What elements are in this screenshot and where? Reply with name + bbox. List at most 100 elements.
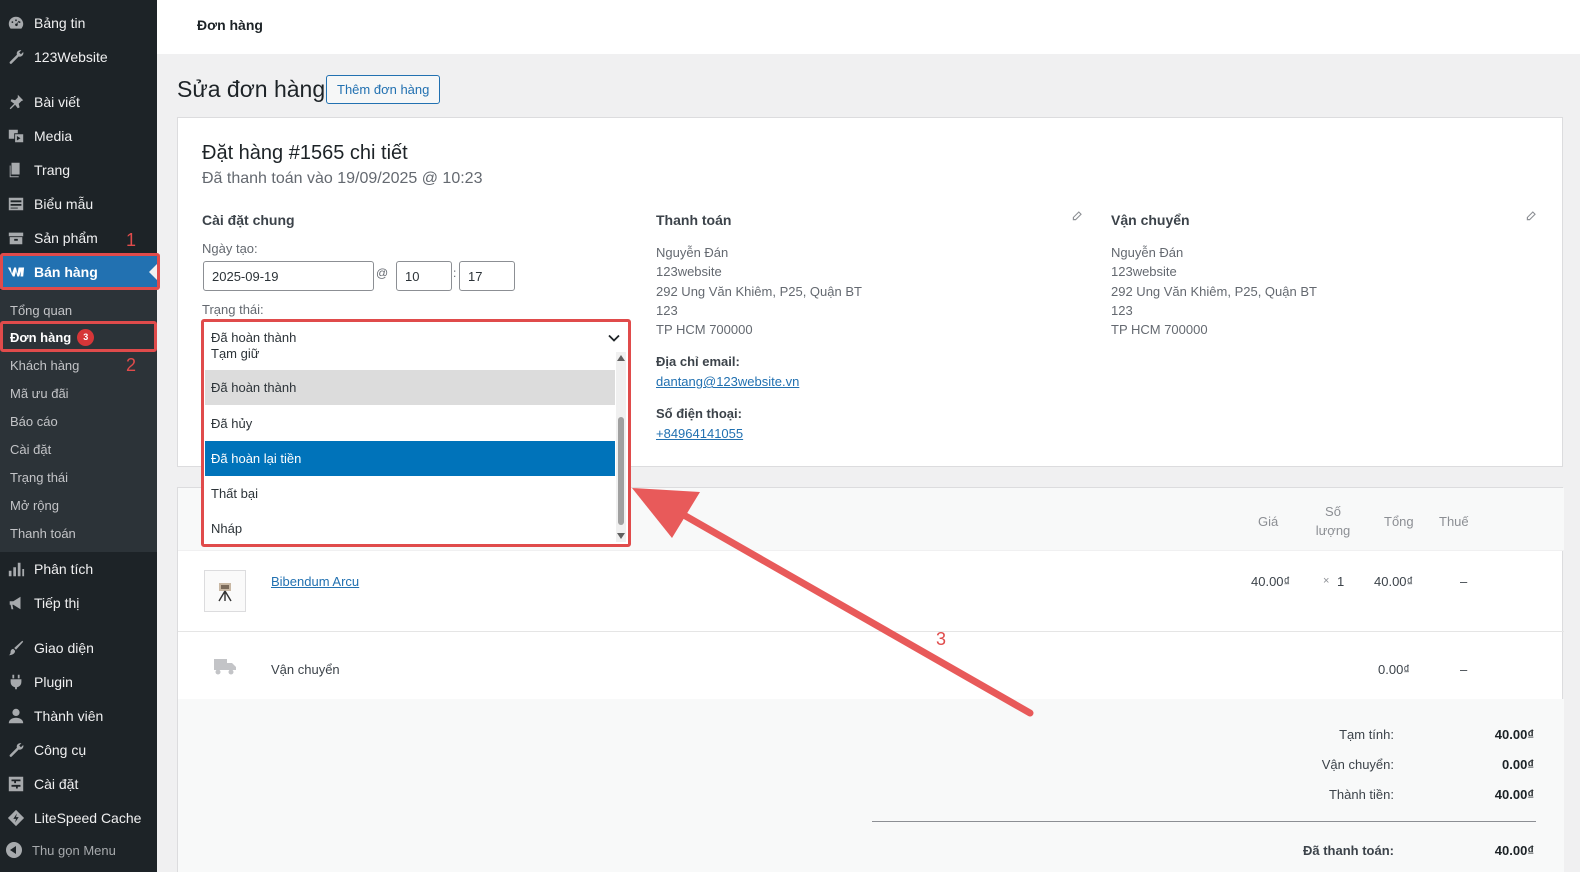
qty-header-1: Số: [1325, 504, 1341, 519]
collapse-menu-button[interactable]: Thu gọn Menu: [6, 842, 116, 858]
product-tax: –: [1460, 574, 1468, 589]
annotation-number-2: 2: [126, 355, 137, 375]
annotation-arrow: [632, 488, 1034, 717]
shipping-total-value: 0.00₫: [1502, 757, 1534, 772]
top-header: Đơn hàng: [157, 0, 1580, 54]
at-separator: @: [376, 266, 389, 280]
annotation-box-2: [0, 321, 157, 352]
edit-billing-pencil-icon[interactable]: [1071, 210, 1085, 224]
page-title: Sửa đơn hàng: [177, 76, 326, 102]
menu-forms[interactable]: Biểu mẫu: [0, 187, 157, 221]
menu-label: Thành viên: [34, 708, 104, 724]
submenu-customers[interactable]: Khách hàng: [10, 354, 79, 376]
menu-pages[interactable]: Trang: [0, 153, 157, 187]
menu-dashboard[interactable]: Bảng tin: [0, 6, 157, 40]
menu-analytics[interactable]: Phân tích: [0, 552, 157, 586]
order-total-label: Thành tiền:: [1328, 787, 1394, 802]
menu-label: Sản phẩm: [34, 230, 98, 246]
menu-label: LiteSpeed Cache: [34, 810, 142, 826]
brush-icon: [6, 638, 26, 658]
tax-header: Thuế: [1439, 514, 1469, 529]
menu-media[interactable]: Media: [0, 119, 157, 153]
date-value: 2025-09-19: [212, 268, 279, 284]
colon-separator: :: [453, 266, 457, 280]
hour-input[interactable]: 10: [396, 261, 452, 291]
edit-shipping-pencil-icon[interactable]: [1525, 210, 1539, 224]
submenu-label: Tổng quan: [10, 302, 73, 318]
submenu-status[interactable]: Trạng thái: [10, 466, 68, 488]
menu-plugins[interactable]: Plugin: [0, 665, 157, 699]
megaphone-icon: [6, 593, 26, 613]
pin-icon: [6, 92, 26, 112]
status-label: Trạng thái:: [202, 302, 264, 317]
menu-posts[interactable]: Bài viết: [0, 85, 157, 119]
menu-123website[interactable]: 123Website: [0, 40, 157, 74]
page-icon: [6, 160, 26, 180]
minute-input[interactable]: 17: [459, 261, 515, 291]
add-order-button[interactable]: Thêm đơn hàng: [326, 75, 441, 104]
email-label: Địa chỉ email:: [656, 354, 740, 369]
billing-line: 123: [656, 303, 678, 318]
price-header: Giá: [1258, 514, 1279, 529]
shipping-line: 123website: [1111, 264, 1177, 279]
annotation-box-1: [0, 253, 160, 290]
product-image-icon: [218, 583, 232, 602]
submenu-label: Mở rộng: [10, 497, 59, 513]
submenu-settings[interactable]: Cài đặt: [10, 438, 51, 460]
menu-label: Giao diện: [34, 640, 94, 656]
chart-icon: [6, 559, 26, 579]
date-created-input[interactable]: 2025-09-19: [203, 261, 374, 291]
shipping-line: TP HCM 700000: [1111, 322, 1208, 337]
menu-tools[interactable]: Công cụ: [0, 733, 157, 767]
menu-litespeed[interactable]: LiteSpeed Cache: [0, 801, 157, 835]
subtotal-label: Tạm tính:: [1339, 727, 1394, 742]
billing-email-link[interactable]: dantang@123website.vn: [656, 374, 799, 389]
menu-label: Bài viết: [34, 94, 80, 110]
billing-line: 292 Ung Văn Khiêm, P25, Quận BT: [656, 284, 862, 299]
menu-appearance[interactable]: Giao diện: [0, 631, 157, 665]
submenu-coupons[interactable]: Mã ưu đãi: [10, 382, 69, 404]
settings-icon: [6, 774, 26, 794]
submenu-label: Khách hàng: [10, 357, 80, 373]
plugin-icon: [6, 672, 26, 692]
submenu-label: Cài đặt: [10, 441, 52, 457]
submenu-reports[interactable]: Báo cáo: [10, 410, 58, 432]
menu-label: Trang: [34, 162, 71, 178]
submenu-extensions[interactable]: Mở rộng: [10, 494, 59, 516]
submenu-overview[interactable]: Tổng quan: [10, 299, 72, 321]
menu-label: Tiếp thị: [34, 595, 80, 611]
shipping-total-label: Vận chuyển:: [1321, 757, 1394, 772]
product-name-link[interactable]: Bibendum Arcu: [271, 574, 359, 589]
wrench-icon: [6, 47, 26, 67]
product-thumbnail[interactable]: [204, 570, 246, 612]
breadcrumb: Đơn hàng: [197, 17, 263, 33]
menu-marketing[interactable]: Tiếp thị: [0, 586, 157, 620]
submenu-payments[interactable]: Thanh toán: [10, 522, 76, 544]
admin-sidebar: Bảng tin 123Website Bài viết Media Trang…: [0, 0, 157, 872]
form-icon: [6, 194, 26, 214]
hour-value: 10: [405, 268, 420, 284]
order-paid-meta: Đã thanh toán vào 19/09/2025 @ 10:23: [202, 170, 483, 187]
truck-icon: [214, 659, 236, 675]
user-icon: [6, 706, 26, 726]
product-total: 40.00₫: [1374, 574, 1414, 589]
media-icon: [6, 126, 26, 146]
submenu-label: Thanh toán: [10, 525, 76, 541]
annotation-number-3: 3: [936, 629, 947, 649]
billing-phone-link[interactable]: +84964141055: [656, 426, 743, 441]
paid-value: 40.00₫: [1494, 843, 1534, 858]
menu-label: Bảng tin: [34, 15, 86, 31]
menu-users[interactable]: Thành viên: [0, 699, 157, 733]
menu-label: 123Website: [34, 49, 108, 65]
shipping-line: 292 Ung Văn Khiêm, P25, Quận BT: [1111, 284, 1317, 299]
collapse-label: Thu gọn Menu: [32, 842, 116, 858]
archive-icon: [6, 228, 26, 248]
billing-line: 123website: [656, 264, 722, 279]
qty-header-2: lượng: [1315, 523, 1351, 538]
menu-label: Phân tích: [34, 561, 94, 577]
subtotal-value: 40.00₫: [1494, 727, 1534, 742]
menu-settings[interactable]: Cài đặt: [0, 767, 157, 801]
submenu-label: Mã ưu đãi: [10, 385, 69, 401]
shipping-title: Vận chuyển: [1111, 212, 1190, 228]
tools-icon: [6, 740, 26, 760]
